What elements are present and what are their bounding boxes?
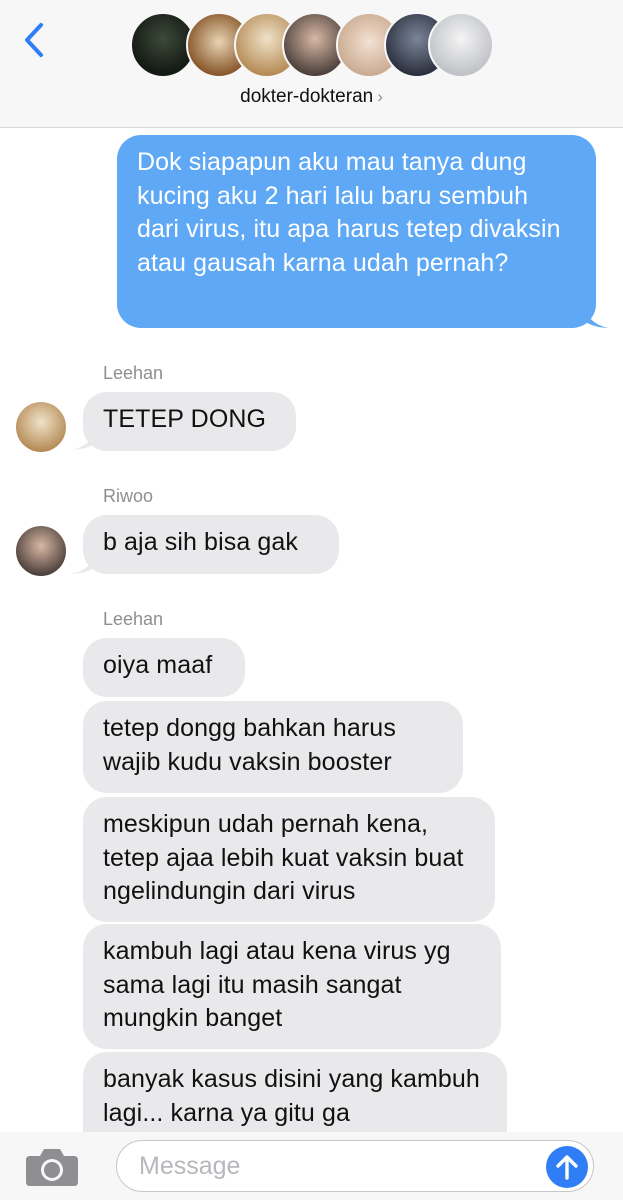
- received-message-bubble[interactable]: banyak kasus disini yang kambuh lagi... …: [83, 1052, 507, 1132]
- composer-bar: [0, 1132, 623, 1200]
- message-text: oiya maaf: [103, 651, 213, 679]
- group-name-button[interactable]: dokter-dokteran ›: [0, 86, 623, 108]
- chevron-right-icon: ›: [377, 87, 383, 106]
- bubble-tail: [582, 301, 608, 328]
- camera-button[interactable]: [24, 1146, 80, 1188]
- received-message-bubble[interactable]: kambuh lagi atau kena virus yg sama lagi…: [83, 924, 501, 1049]
- member-avatar: [428, 12, 494, 78]
- message-text: b aja sih bisa gak: [103, 528, 298, 556]
- received-message-bubble[interactable]: TETEP DONG: [83, 392, 296, 451]
- message-text: banyak kasus disini yang kambuh lagi... …: [103, 1065, 480, 1127]
- sender-name: Riwoo: [103, 486, 154, 506]
- sender-avatar[interactable]: [16, 402, 66, 452]
- back-button[interactable]: [14, 18, 54, 62]
- sender-name: Leehan: [103, 609, 164, 629]
- sender-avatar[interactable]: [16, 526, 66, 576]
- chat-header: dokter-dokteran ›: [0, 0, 623, 128]
- received-message-bubble[interactable]: meskipun udah pernah kena, tetep ajaa le…: [83, 797, 495, 922]
- message-text: Dok siapapun aku mau tanya dung kucing a…: [137, 148, 561, 277]
- message-input[interactable]: [116, 1140, 594, 1192]
- sent-message-bubble[interactable]: Dok siapapun aku mau tanya dung kucing a…: [117, 135, 596, 328]
- sender-name: Leehan: [103, 363, 164, 383]
- message-text: kambuh lagi atau kena virus yg sama lagi…: [103, 937, 451, 1032]
- group-name: dokter-dokteran: [240, 86, 374, 107]
- message-text: tetep dongg bahkan harus wajib kudu vaks…: [103, 714, 396, 776]
- received-message-bubble[interactable]: oiya maaf: [83, 638, 245, 697]
- message-text: meskipun udah pernah kena, tetep ajaa le…: [103, 810, 464, 905]
- received-message-bubble[interactable]: tetep dongg bahkan harus wajib kudu vaks…: [83, 701, 463, 793]
- send-button[interactable]: [546, 1146, 588, 1188]
- received-message-bubble[interactable]: b aja sih bisa gak: [83, 515, 339, 574]
- message-text: TETEP DONG: [103, 405, 267, 433]
- camera-icon: [26, 1149, 78, 1186]
- chevron-left-icon: [25, 23, 43, 57]
- arrow-up-icon: [556, 1155, 578, 1180]
- message-thread[interactable]: Dok siapapun aku mau tanya dung kucing a…: [0, 127, 623, 1132]
